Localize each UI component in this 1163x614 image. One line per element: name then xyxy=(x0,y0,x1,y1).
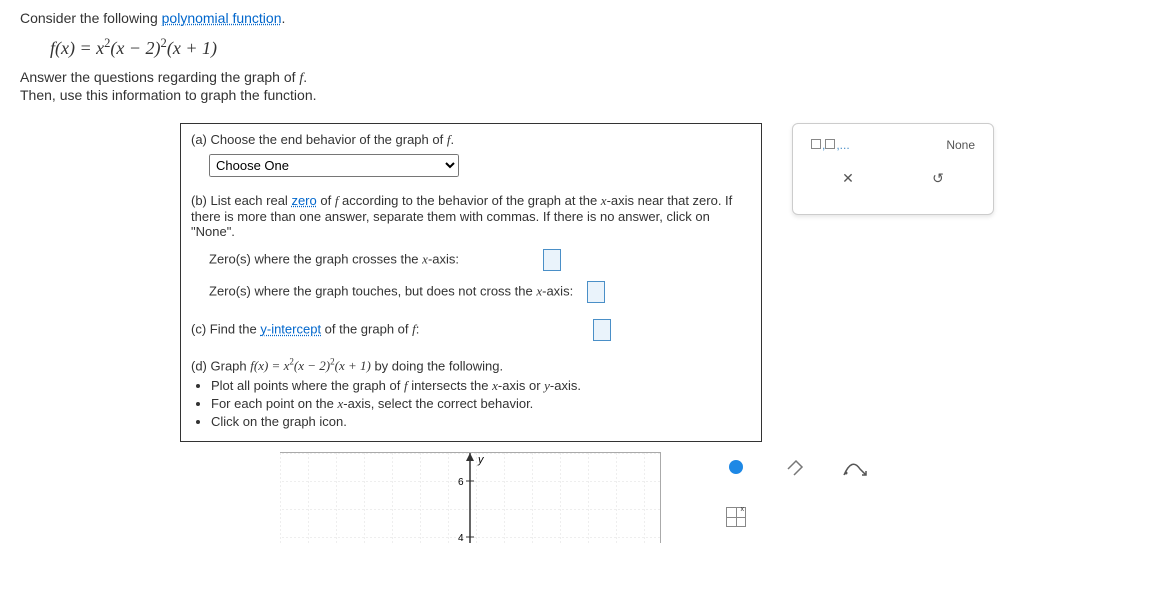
bullet-3: Click on the graph icon. xyxy=(211,414,751,429)
part-c-b: of the graph of xyxy=(321,321,412,336)
point-tool-icon[interactable] xyxy=(721,452,751,482)
y-intercept-input[interactable] xyxy=(593,319,611,341)
part-b-b: of xyxy=(317,193,335,208)
eraser-tool-icon[interactable] xyxy=(781,452,811,482)
part-d-a: (d) Graph xyxy=(191,358,250,373)
crosses-b: -axis: xyxy=(428,251,459,266)
instr-line1-a: Answer the questions regarding the graph… xyxy=(20,69,299,85)
part-a-text: (a) Choose the end behavior of the graph… xyxy=(191,132,447,147)
bullet-2: For each point on the x-axis, select the… xyxy=(211,396,751,412)
tick-6: 6 xyxy=(458,477,464,488)
answer-toolbar: ,,... None ✕ ↺ xyxy=(792,123,994,215)
bullet-1: Plot all points where the graph of f int… xyxy=(211,378,751,394)
part-c-a: (c) Find the xyxy=(191,321,260,336)
graph-toolbar: x xyxy=(721,452,871,532)
part-a: (a) Choose the end behavior of the graph… xyxy=(181,124,761,185)
crosses-input[interactable] xyxy=(543,249,561,271)
part-b-c: according to the behavior of the graph a… xyxy=(338,193,600,208)
part-d-formula: f(x) = x2(x − 2)2(x + 1) xyxy=(250,358,371,373)
part-c-c: : xyxy=(416,321,420,336)
close-icon[interactable]: ✕ xyxy=(838,168,858,188)
part-b: (b) List each real zero of f according t… xyxy=(181,185,761,311)
part-a-dot: . xyxy=(450,132,454,147)
y-intercept-link[interactable]: y-intercept xyxy=(260,321,321,336)
list-hint-icon[interactable]: ,,... xyxy=(811,138,850,152)
instr-line2: Then, use this information to graph the … xyxy=(20,87,1143,103)
part-d: (d) Graph f(x) = x2(x − 2)2(x + 1) by do… xyxy=(181,349,761,441)
intro-prefix: Consider the following xyxy=(20,10,162,26)
part-d-b: by doing the following. xyxy=(371,358,503,373)
touches-b: -axis: xyxy=(542,283,573,298)
graph-canvas[interactable]: y 6 4 xyxy=(280,452,661,543)
touches-input[interactable] xyxy=(587,281,605,303)
intro-text: Consider the following polynomial functi… xyxy=(20,10,1143,26)
part-b-a: (b) List each real xyxy=(191,193,291,208)
instructions: Answer the questions regarding the graph… xyxy=(20,69,1143,103)
crosses-a: Zero(s) where the graph crosses the xyxy=(209,251,422,266)
touches-a: Zero(s) where the graph touches, but doe… xyxy=(209,283,536,298)
question-box: (a) Choose the end behavior of the graph… xyxy=(180,123,762,442)
end-behavior-select[interactable]: Choose One xyxy=(209,154,459,177)
none-button[interactable]: None xyxy=(946,138,975,152)
tick-4: 4 xyxy=(458,533,464,543)
intro-suffix: . xyxy=(282,10,286,26)
part-c: (c) Find the y-intercept of the graph of… xyxy=(181,311,761,349)
reset-icon[interactable]: ↺ xyxy=(928,168,948,188)
function-formula: f(x) = x2(x − 2)2(x + 1) xyxy=(50,36,1143,59)
grid-tool-icon[interactable]: x xyxy=(721,502,751,532)
zero-link[interactable]: zero xyxy=(291,193,316,208)
polynomial-function-link[interactable]: polynomial function xyxy=(162,10,282,26)
instr-line1-b: . xyxy=(303,69,307,85)
curve-tool-icon[interactable] xyxy=(841,452,871,482)
